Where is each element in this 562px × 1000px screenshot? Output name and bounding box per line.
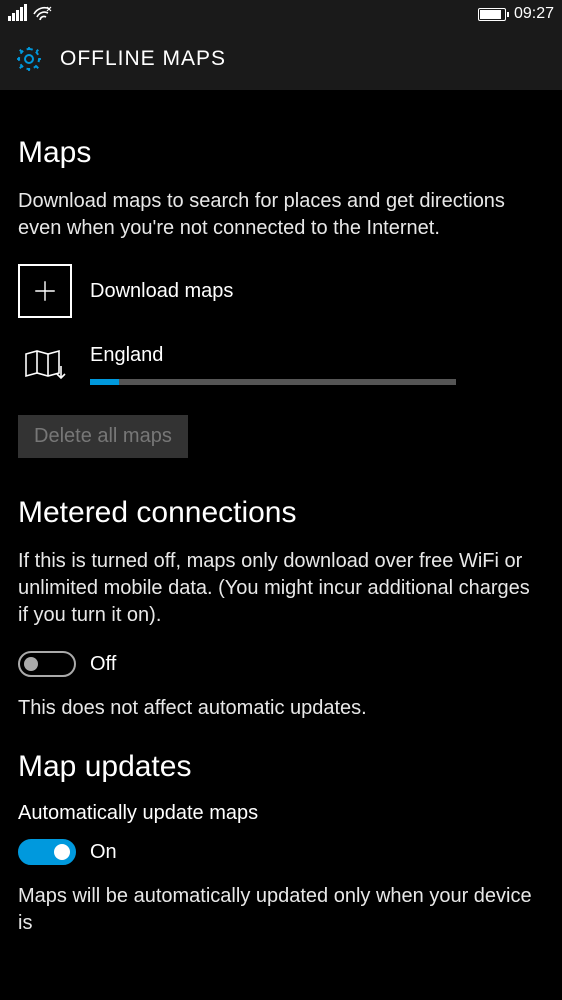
download-progress-bar xyxy=(90,379,456,385)
map-download-icon xyxy=(23,348,67,382)
gear-icon xyxy=(14,44,44,74)
battery-icon xyxy=(478,8,506,21)
plus-icon xyxy=(18,264,72,318)
download-progress-fill xyxy=(90,379,119,385)
clock: 09:27 xyxy=(514,5,554,23)
metered-toggle[interactable] xyxy=(18,651,76,677)
metered-note: This does not affect automatic updates. xyxy=(18,695,544,722)
status-bar: 09:27 xyxy=(0,0,562,28)
auto-update-toggle[interactable] xyxy=(18,839,76,865)
auto-update-toggle-label: On xyxy=(90,841,117,864)
map-item-name: England xyxy=(90,344,544,367)
page-title: OFFLINE MAPS xyxy=(60,47,226,71)
metered-heading: Metered connections xyxy=(18,496,544,530)
auto-update-label: Automatically update maps xyxy=(18,802,544,825)
maps-description: Download maps to search for places and g… xyxy=(18,188,544,242)
download-maps-button[interactable]: Download maps xyxy=(18,264,544,318)
updates-description: Maps will be automatically updated only … xyxy=(18,883,544,937)
map-download-item[interactable]: England xyxy=(18,344,544,385)
maps-heading: Maps xyxy=(18,136,544,170)
metered-toggle-label: Off xyxy=(90,653,116,676)
cellular-signal-icon xyxy=(8,7,27,21)
wifi-icon xyxy=(33,6,53,22)
page-header: OFFLINE MAPS xyxy=(0,28,562,90)
delete-all-maps-button[interactable]: Delete all maps xyxy=(18,415,188,458)
download-maps-label: Download maps xyxy=(90,280,233,303)
metered-description: If this is turned off, maps only downloa… xyxy=(18,548,544,629)
content-area: Maps Download maps to search for places … xyxy=(0,90,562,937)
updates-heading: Map updates xyxy=(18,750,544,784)
